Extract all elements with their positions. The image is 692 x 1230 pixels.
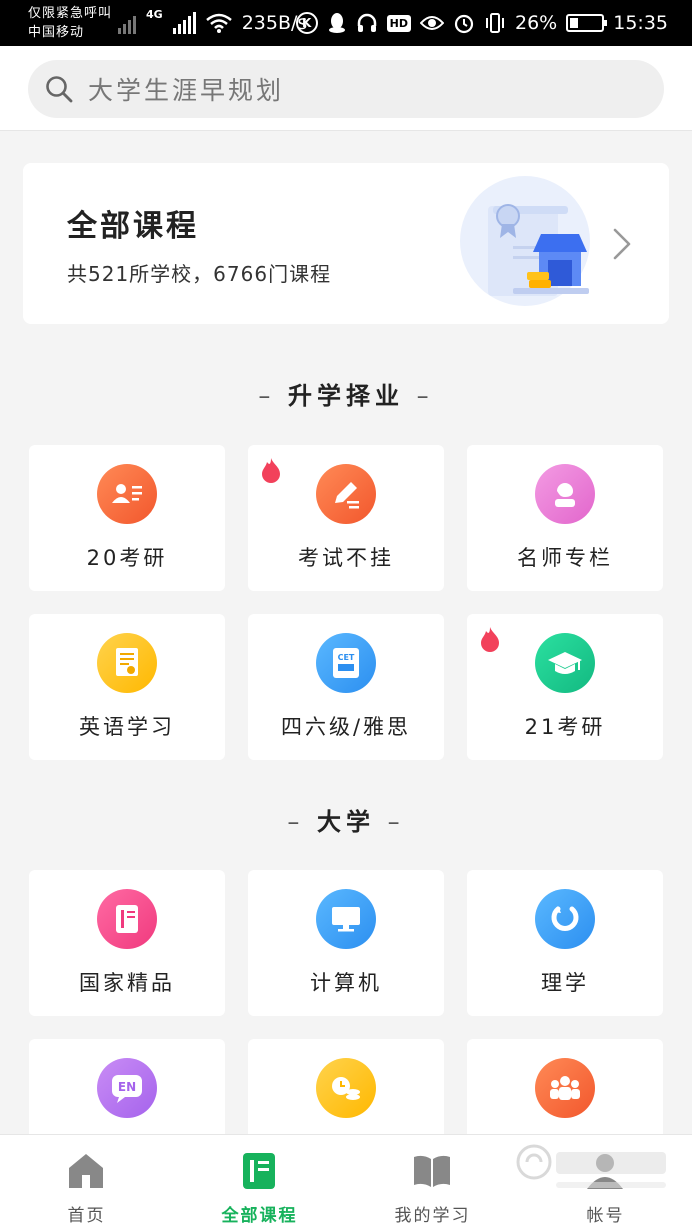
course-card-label: 20考研 (86, 546, 168, 570)
tab-label: 我的学习 (394, 1206, 471, 1226)
teacher-icon (535, 464, 595, 524)
courses-icon (243, 1153, 275, 1189)
magnet-icon (535, 889, 595, 949)
network-indicators: 4G 235B/s (118, 8, 307, 38)
signal-icon (172, 12, 196, 34)
en-bubble-icon: EN (97, 1058, 157, 1118)
carrier-line-2: 中国移动 (28, 25, 85, 40)
course-card-20kaoyan[interactable]: 20考研 (29, 445, 225, 591)
hot-flame-icon (481, 627, 499, 652)
course-card-label: 名师专栏 (517, 546, 613, 570)
course-card-21kaoyan[interactable]: 21考研 (467, 614, 663, 760)
section-title-university: – 大学 – (287, 808, 405, 836)
course-card-computer[interactable]: 计算机 (248, 870, 444, 1016)
sim-signal-icon (118, 12, 136, 34)
search-icon (46, 76, 73, 103)
monitor-icon (316, 889, 376, 949)
course-card-label: 21考研 (524, 715, 606, 739)
tab-label: 帐号 (586, 1206, 625, 1226)
hot-flame-icon (262, 458, 280, 483)
tab-home[interactable]: 首页 (0, 1135, 173, 1230)
chevron-right-icon[interactable] (611, 227, 633, 261)
id-card-icon (97, 464, 157, 524)
alarm-icon (454, 14, 474, 34)
course-card-national-quality[interactable]: 国家精品 (29, 870, 225, 1016)
course-card-famous-teachers[interactable]: 名师专栏 (467, 445, 663, 591)
section-title-text: 大学 (317, 808, 375, 836)
svg-text:EN: EN (118, 1080, 136, 1094)
k-app-icon: K (295, 12, 318, 34)
battery-icon (566, 14, 608, 32)
system-indicators: K HD 26% 15:35 (295, 8, 668, 38)
clock: 15:35 (613, 12, 668, 34)
carrier-line-1: 仅限紧急呼叫 (28, 6, 113, 21)
course-card-science[interactable]: 理学 (467, 870, 663, 1016)
eye-icon (420, 16, 444, 30)
wifi-icon (205, 13, 232, 33)
certificate-icon (97, 633, 157, 693)
status-bar: 仅限紧急呼叫 中国移动 4G 235B/s K HD 26% 15:35 (0, 0, 692, 46)
banner-title: 全部课程 (67, 209, 199, 244)
pencil-note-icon (316, 464, 376, 524)
course-card-cet-ielts[interactable]: CET 四六级/雅思 (248, 614, 444, 760)
cet-book-icon: CET (316, 633, 376, 693)
carrier-info: 仅限紧急呼叫 中国移动 (28, 4, 112, 42)
vibrate-icon (486, 13, 504, 33)
course-card-label: 英语学习 (79, 715, 175, 739)
graduation-cap-icon (535, 633, 595, 693)
tab-label: 首页 (67, 1206, 106, 1226)
network-type: 4G (146, 8, 163, 21)
course-card-label: 理学 (541, 971, 589, 995)
all-courses-banner[interactable]: 全部课程 共521所学校，6766门课程 (23, 163, 669, 324)
course-card-label: 考试不挂 (298, 546, 394, 570)
open-book-icon (414, 1155, 450, 1187)
tab-my-learning[interactable]: 我的学习 (346, 1135, 519, 1230)
banner-subtitle: 共521所学校，6766门课程 (67, 262, 332, 286)
storefront-illustration-icon (460, 176, 590, 306)
bottom-nav: 首页 全部课程 我的学习 帐号 (0, 1134, 692, 1230)
search-input[interactable]: 大学生涯早规划 (88, 71, 284, 107)
course-card-english[interactable]: 英语学习 (29, 614, 225, 760)
course-card-exam-pass[interactable]: 考试不挂 (248, 445, 444, 591)
svg-text:CET: CET (338, 653, 355, 662)
home-icon (69, 1154, 103, 1188)
people-icon (535, 1058, 595, 1118)
qq-icon (328, 13, 345, 33)
tab-label: 全部课程 (221, 1206, 298, 1226)
section-title-admission: – 升学择业 – (258, 382, 434, 410)
hd-icon: HD (386, 14, 411, 32)
battery-percent: 26% (515, 12, 558, 34)
header: 大学生涯早规划 (0, 46, 692, 131)
user-icon (587, 1154, 623, 1189)
book-icon (97, 889, 157, 949)
section-title-text: 升学择业 (288, 382, 404, 410)
course-card-label: 四六级/雅思 (280, 715, 412, 739)
course-card-label: 计算机 (310, 971, 382, 995)
finance-icon (316, 1058, 376, 1118)
search-bar[interactable]: 大学生涯早规划 (28, 60, 664, 118)
tab-account[interactable]: 帐号 (519, 1135, 692, 1230)
course-card-label: 国家精品 (79, 971, 175, 995)
headphone-icon (357, 13, 376, 32)
tab-all-courses[interactable]: 全部课程 (173, 1135, 346, 1230)
